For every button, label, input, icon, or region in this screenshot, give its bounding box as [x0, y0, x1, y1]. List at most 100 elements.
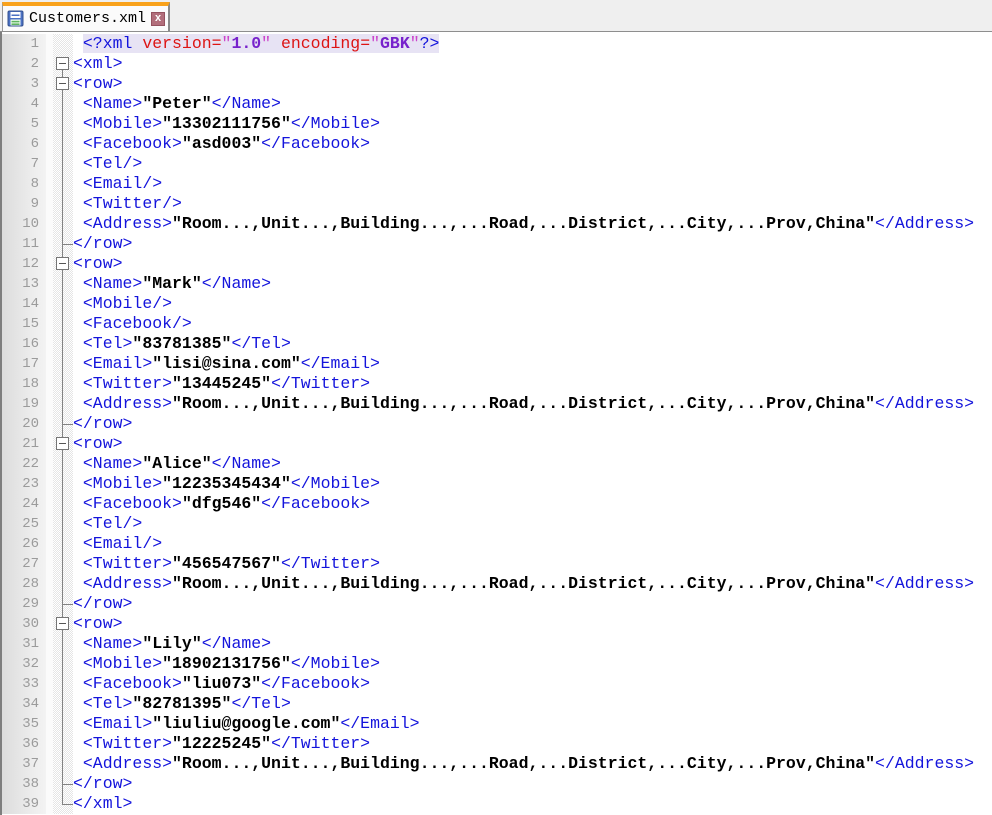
margin-gap — [46, 634, 53, 654]
fold-toggle[interactable] — [56, 437, 69, 450]
margin-gap — [46, 294, 53, 314]
fold-margin-cell — [53, 594, 73, 614]
fold-margin-cell — [53, 774, 73, 794]
code-line[interactable]: <Twitter>"456547567"</Twitter> — [73, 554, 992, 574]
line-number: 12 — [2, 254, 46, 274]
code-line[interactable]: <row> — [73, 74, 992, 94]
fold-margin-cell — [53, 454, 73, 474]
editor-line: 36 <Twitter>"12225245"</Twitter> — [2, 734, 992, 754]
close-icon[interactable]: x — [151, 11, 166, 26]
editor-line: 13 <Name>"Mark"</Name> — [2, 274, 992, 294]
code-line[interactable]: <row> — [73, 614, 992, 634]
margin-gap — [46, 794, 53, 814]
fold-margin-cell — [53, 334, 73, 354]
code-line[interactable]: </row> — [73, 594, 992, 614]
code-line[interactable]: <Name>"Alice"</Name> — [73, 454, 992, 474]
code-line[interactable]: <Name>"Lily"</Name> — [73, 634, 992, 654]
xml-declaration-highlight: <?xml version="1.0" encoding="GBK"?> — [82, 34, 440, 53]
line-number: 23 — [2, 474, 46, 494]
fold-margin-cell — [53, 114, 73, 134]
line-number: 37 — [2, 754, 46, 774]
code-line[interactable]: <row> — [73, 434, 992, 454]
fold-margin-cell — [53, 254, 73, 274]
line-number: 16 — [2, 334, 46, 354]
code-line[interactable]: <Tel>"83781385"</Tel> — [73, 334, 992, 354]
code-line[interactable]: <Address>"Room...,Unit...,Building...,..… — [73, 394, 992, 414]
code-line[interactable]: <Tel>"82781395"</Tel> — [73, 694, 992, 714]
code-line[interactable]: <Address>"Room...,Unit...,Building...,..… — [73, 754, 992, 774]
fold-margin-cell — [53, 474, 73, 494]
code-line[interactable]: <Facebook>"liu073"</Facebook> — [73, 674, 992, 694]
line-number: 25 — [2, 514, 46, 534]
margin-gap — [46, 374, 53, 394]
code-line[interactable]: </row> — [73, 774, 992, 794]
fold-margin-cell — [53, 54, 73, 74]
fold-toggle[interactable] — [56, 77, 69, 90]
margin-gap — [46, 774, 53, 794]
code-line[interactable]: <Address>"Room...,Unit...,Building...,..… — [73, 214, 992, 234]
code-line[interactable]: <Facebook>"dfg546"</Facebook> — [73, 494, 992, 514]
code-line[interactable]: <Twitter>"12225245"</Twitter> — [73, 734, 992, 754]
code-line[interactable]: <xml> — [73, 54, 992, 74]
editor-line: 10 <Address>"Room...,Unit...,Building...… — [2, 214, 992, 234]
editor-line: 8 <Email/> — [2, 174, 992, 194]
margin-gap — [46, 354, 53, 374]
line-number: 36 — [2, 734, 46, 754]
editor-line: 39 </xml> — [2, 794, 992, 814]
line-number: 13 — [2, 274, 46, 294]
editor-line: 28 <Address>"Room...,Unit...,Building...… — [2, 574, 992, 594]
editor-line: 30 <row> — [2, 614, 992, 634]
code-line[interactable]: <Email/> — [73, 174, 992, 194]
fold-toggle[interactable] — [56, 257, 69, 270]
margin-gap — [46, 394, 53, 414]
code-line[interactable]: <Tel/> — [73, 154, 992, 174]
fold-margin-cell — [53, 654, 73, 674]
fold-toggle[interactable] — [56, 617, 69, 630]
margin-gap — [46, 754, 53, 774]
line-number: 8 — [2, 174, 46, 194]
code-line[interactable]: </row> — [73, 414, 992, 434]
line-number: 22 — [2, 454, 46, 474]
margin-gap — [46, 454, 53, 474]
line-number: 1 — [2, 34, 46, 54]
text-editor[interactable]: 1 <?xml version="1.0" encoding="GBK"?> 2 <… — [0, 32, 992, 815]
line-number: 18 — [2, 374, 46, 394]
code-line[interactable]: <Email>"liuliu@google.com"</Email> — [73, 714, 992, 734]
code-line[interactable]: <Mobile>"13302111756"</Mobile> — [73, 114, 992, 134]
code-line[interactable]: <Mobile>"18902131756"</Mobile> — [73, 654, 992, 674]
code-line[interactable]: <Name>"Mark"</Name> — [73, 274, 992, 294]
margin-gap — [46, 154, 53, 174]
code-line[interactable]: <Mobile>"12235345434"</Mobile> — [73, 474, 992, 494]
editor-line: 20 </row> — [2, 414, 992, 434]
margin-gap — [46, 494, 53, 514]
margin-gap — [46, 534, 53, 554]
code-line[interactable]: <row> — [73, 254, 992, 274]
code-line[interactable]: <Twitter/> — [73, 194, 992, 214]
tab-customers-xml[interactable]: Customers.xml x — [2, 2, 170, 31]
code-line[interactable]: <Email>"lisi@sina.com"</Email> — [73, 354, 992, 374]
code-line[interactable]: <Name>"Peter"</Name> — [73, 94, 992, 114]
fold-margin-cell — [53, 154, 73, 174]
line-number: 10 — [2, 214, 46, 234]
fold-margin-cell — [53, 314, 73, 334]
editor-line: 17 <Email>"lisi@sina.com"</Email> — [2, 354, 992, 374]
margin-gap — [46, 474, 53, 494]
code-line[interactable]: <Facebook>"asd003"</Facebook> — [73, 134, 992, 154]
code-line[interactable]: </row> — [73, 234, 992, 254]
line-number: 11 — [2, 234, 46, 254]
code-line[interactable]: <Tel/> — [73, 514, 992, 534]
editor-line: 14 <Mobile/> — [2, 294, 992, 314]
code-line[interactable]: </xml> — [73, 794, 992, 814]
line-number: 3 — [2, 74, 46, 94]
code-line[interactable]: <Facebook/> — [73, 314, 992, 334]
code-line[interactable]: <Mobile/> — [73, 294, 992, 314]
code-line[interactable]: <Twitter>"13445245"</Twitter> — [73, 374, 992, 394]
code-line[interactable]: <Email/> — [73, 534, 992, 554]
editor-line: 21 <row> — [2, 434, 992, 454]
fold-toggle[interactable] — [56, 57, 69, 70]
editor-line: 12 <row> — [2, 254, 992, 274]
code-line[interactable]: <Address>"Room...,Unit...,Building...,..… — [73, 574, 992, 594]
code-line[interactable]: <?xml version="1.0" encoding="GBK"?> — [73, 34, 992, 54]
line-number: 15 — [2, 314, 46, 334]
fold-margin-cell — [53, 794, 73, 814]
